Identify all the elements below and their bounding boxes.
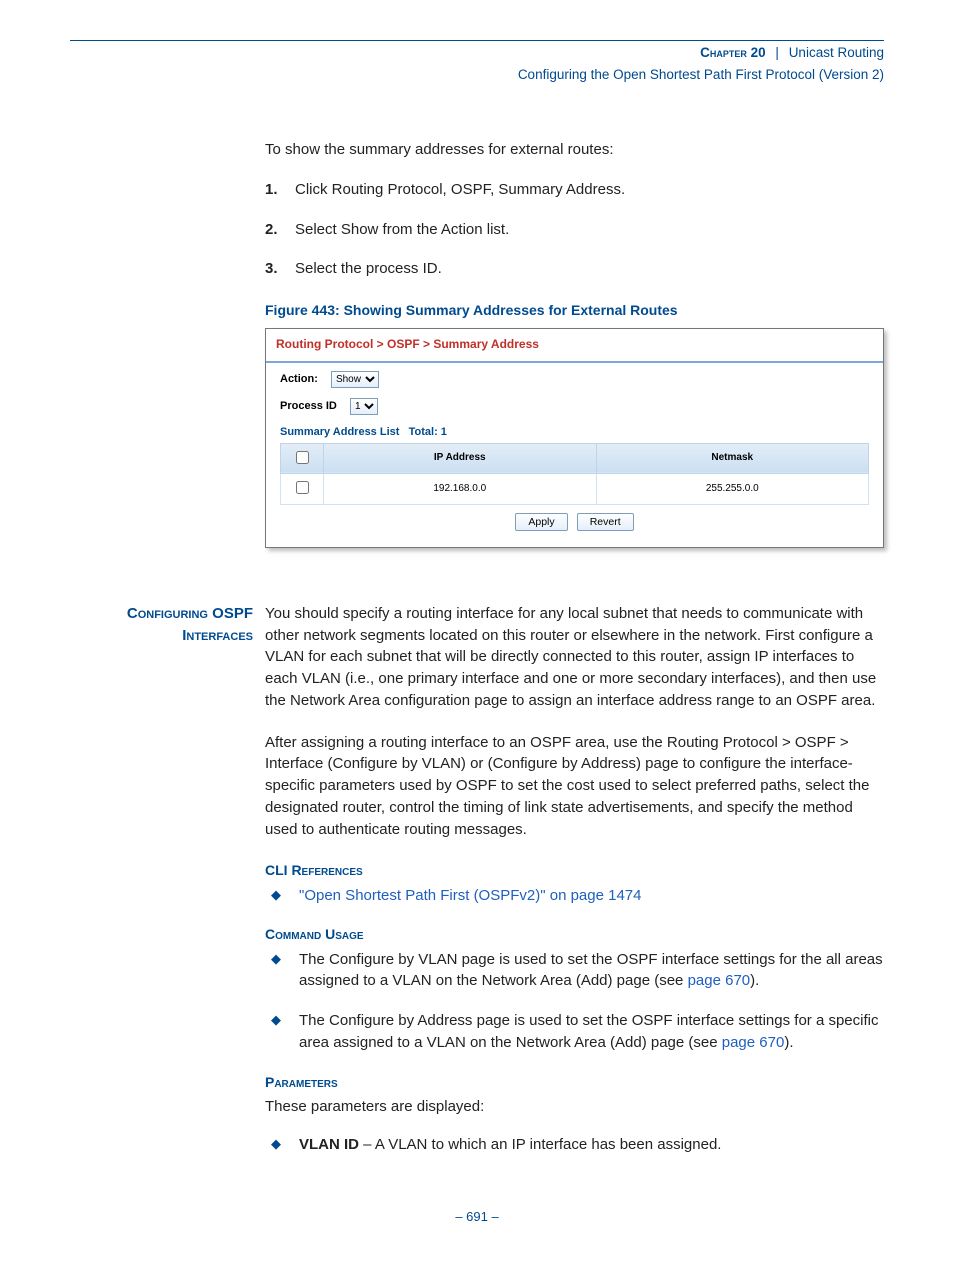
page-header: Chapter 20 | Unicast Routing Configuring… bbox=[70, 43, 884, 84]
step-list: 1. Click Routing Protocol, OSPF, Summary… bbox=[265, 179, 884, 280]
page-link[interactable]: page 670 bbox=[722, 1034, 785, 1051]
step-1: 1. Click Routing Protocol, OSPF, Summary… bbox=[265, 179, 884, 201]
screenshot-mock: Routing Protocol > OSPF > Summary Addres… bbox=[265, 328, 884, 547]
table-row: 192.168.0.0 255.255.0.0 bbox=[281, 474, 869, 505]
parameters-intro: These parameters are displayed: bbox=[265, 1096, 884, 1118]
page-link[interactable]: page 670 bbox=[688, 972, 751, 989]
step-2: 2. Select Show from the Action list. bbox=[265, 219, 884, 241]
parameter-name: VLAN ID bbox=[299, 1136, 359, 1153]
page-number: – 691 – bbox=[70, 1208, 884, 1227]
summary-address-table: IP Address Netmask 192.168.0.0 255.255.0… bbox=[280, 443, 869, 505]
usage-item-1: The Configure by VLAN page is used to se… bbox=[265, 949, 884, 993]
intro-text: To show the summary addresses for extern… bbox=[265, 139, 884, 161]
figure-caption: Figure 443: Showing Summary Addresses fo… bbox=[265, 300, 884, 320]
step-number: 3. bbox=[265, 258, 295, 280]
row-checkbox[interactable] bbox=[296, 481, 309, 494]
cli-reference-item: "Open Shortest Path First (OSPFv2)" on p… bbox=[265, 885, 884, 907]
cell-ip: 192.168.0.0 bbox=[324, 474, 597, 505]
step-number: 1. bbox=[265, 179, 295, 201]
chapter-label: Chapter 20 bbox=[700, 45, 766, 60]
process-id-row: Process ID 1 bbox=[280, 398, 869, 415]
breadcrumb: Routing Protocol > OSPF > Summary Addres… bbox=[266, 329, 883, 362]
col-netmask: Netmask bbox=[596, 443, 869, 474]
col-ip-address: IP Address bbox=[324, 443, 597, 474]
revert-button[interactable]: Revert bbox=[577, 513, 634, 531]
process-id-label: Process ID bbox=[280, 400, 337, 412]
header-checkbox-cell bbox=[281, 443, 324, 474]
process-id-select[interactable]: 1 bbox=[350, 398, 378, 415]
step-text: Select the process ID. bbox=[295, 258, 442, 280]
cli-references-heading: CLI References bbox=[265, 860, 884, 880]
paragraph-1: You should specify a routing interface f… bbox=[265, 603, 884, 712]
step-number: 2. bbox=[265, 219, 295, 241]
list-title-row: Summary Address List Total: 1 bbox=[280, 425, 869, 441]
section-heading: Configuring OSPF Interfaces bbox=[70, 603, 265, 1174]
total-value: 1 bbox=[441, 426, 447, 438]
command-usage-heading: Command Usage bbox=[265, 924, 884, 944]
parameter-desc: – A VLAN to which an IP interface has be… bbox=[359, 1136, 721, 1153]
step-text: Click Routing Protocol, OSPF, Summary Ad… bbox=[295, 179, 625, 201]
parameter-item: VLAN ID – A VLAN to which an IP interfac… bbox=[265, 1134, 884, 1156]
action-label: Action: bbox=[280, 373, 318, 385]
paragraph-2: After assigning a routing interface to a… bbox=[265, 732, 884, 841]
cell-mask: 255.255.0.0 bbox=[596, 474, 869, 505]
parameters-heading: Parameters bbox=[265, 1072, 884, 1092]
action-select[interactable]: Show bbox=[331, 371, 379, 388]
chapter-title: Unicast Routing bbox=[789, 45, 884, 60]
step-3: 3. Select the process ID. bbox=[265, 258, 884, 280]
usage-item-2: The Configure by Address page is used to… bbox=[265, 1010, 884, 1054]
total-label: Total: bbox=[409, 426, 438, 438]
action-row: Action: Show bbox=[280, 371, 869, 388]
apply-button[interactable]: Apply bbox=[515, 513, 567, 531]
top-rule bbox=[70, 40, 884, 41]
cli-reference-link[interactable]: "Open Shortest Path First (OSPFv2)" on p… bbox=[299, 887, 642, 904]
divider-pipe: | bbox=[769, 45, 785, 60]
header-subtitle: Configuring the Open Shortest Path First… bbox=[70, 65, 884, 85]
list-title: Summary Address List bbox=[280, 426, 399, 438]
step-text: Select Show from the Action list. bbox=[295, 219, 509, 241]
select-all-checkbox[interactable] bbox=[296, 451, 309, 464]
